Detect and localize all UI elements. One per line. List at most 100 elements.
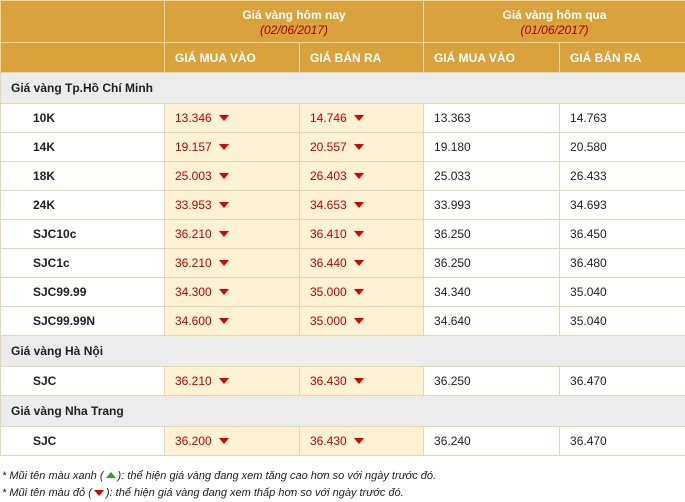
yesterday-buy-price-cell: 25.033 [424, 162, 560, 191]
down-arrow-icon [354, 231, 364, 237]
section-title: Giá vàng Nha Trang [1, 396, 685, 427]
gold-type-name: SJC [33, 434, 56, 448]
down-arrow-icon [219, 202, 229, 208]
down-arrow-icon [354, 318, 364, 324]
down-arrow-icon [219, 260, 229, 266]
note-green-prefix: * Mũi tên màu xanh ( [2, 470, 104, 482]
today-buy-price: 34.600 [175, 314, 212, 328]
down-arrow-icon [354, 173, 364, 179]
gold-type-name-cell: SJC [1, 427, 165, 456]
today-sell-price: 20.557 [310, 140, 347, 154]
table-row: SJC99.99N34.60035.00034.64035.040 [1, 307, 685, 336]
gold-type-name-cell: 14K [1, 133, 165, 162]
down-arrow-icon [219, 144, 229, 150]
gold-type-name: 24K [33, 198, 55, 212]
yesterday-sell-price-cell: 14.763 [560, 104, 685, 133]
gold-type-name-cell: SJC [1, 367, 165, 396]
section-row: Giá vàng Hà Nội [1, 336, 685, 367]
gold-type-name: SJC99.99N [33, 314, 95, 328]
gold-price-table: Giá vàng hôm nay (02/06/2017) Giá vàng h… [0, 0, 685, 456]
today-buy-price: 25.003 [175, 169, 212, 183]
gold-type-name-cell: SJC99.99 [1, 278, 165, 307]
today-sell-price-cell: 36.430 [300, 367, 424, 396]
down-arrow-icon [219, 378, 229, 384]
today-sell-price-cell: 36.410 [300, 220, 424, 249]
down-arrow-icon [354, 260, 364, 266]
today-sell-price-cell: 36.440 [300, 249, 424, 278]
yesterday-sell-price-cell: 26.433 [560, 162, 685, 191]
yesterday-sell-price-cell: 34.693 [560, 191, 685, 220]
today-sell-price: 35.000 [310, 314, 347, 328]
today-sell-price-cell: 35.000 [300, 278, 424, 307]
yesterday-sell-price-cell: 20.580 [560, 133, 685, 162]
yesterday-buy-price-cell: 13.363 [424, 104, 560, 133]
gold-type-name-cell: SJC10c [1, 220, 165, 249]
today-buy-price: 36.210 [175, 256, 212, 270]
yesterday-sell-price-cell: 36.470 [560, 427, 685, 456]
yesterday-buy-price: 36.250 [434, 227, 471, 241]
today-sell-price: 36.440 [310, 256, 347, 270]
yesterday-header-cell: Giá vàng hôm qua (01/06/2017) [424, 1, 685, 43]
table-row: SJC 36.200 36.430 36.240 36.470 [1, 427, 685, 456]
yesterday-buy-price-cell: 36.250 [424, 249, 560, 278]
yesterday-buy-price: 36.250 [434, 374, 471, 388]
gold-type-name: SJC10c [33, 227, 76, 241]
yesterday-buy-price-cell: 33.993 [424, 191, 560, 220]
yesterday-sell-price: 36.480 [570, 256, 607, 270]
yesterday-buy-price: 36.250 [434, 256, 471, 270]
today-buy-price-cell: 36.210 [165, 220, 300, 249]
down-arrow-icon [219, 438, 229, 444]
yesterday-sell-price: 20.580 [570, 140, 607, 154]
yesterday-sell-price-cell: 36.470 [560, 367, 685, 396]
table-row: SJC99.99 34.300 35.000 34.340 35.040 [1, 278, 685, 307]
today-buy-price: 36.200 [175, 434, 212, 448]
yesterday-sell-price: 14.763 [570, 111, 607, 125]
yesterday-buy-price: 25.033 [434, 169, 471, 183]
gold-type-name-cell: 10K [1, 104, 165, 133]
note-green: * Mũi tên màu xanh (): thể hiện giá vàng… [2, 468, 685, 485]
today-sell-price: 35.000 [310, 285, 347, 299]
today-buy-price-cell: 36.200 [165, 427, 300, 456]
today-buy-price: 36.210 [175, 374, 212, 388]
today-header-cell: Giá vàng hôm nay (02/06/2017) [165, 1, 424, 43]
up-arrow-icon [106, 472, 116, 478]
note-red: * Mũi tên màu đỏ (): thể hiện giá vàng đ… [2, 485, 685, 502]
down-arrow-icon [219, 231, 229, 237]
yesterday-date: (01/06/2017) [424, 23, 685, 37]
down-arrow-icon [219, 115, 229, 121]
yesterday-buy-price: 33.993 [434, 198, 471, 212]
yesterday-sell-price-cell: 36.480 [560, 249, 685, 278]
note-red-prefix: * Mũi tên màu đỏ ( [2, 487, 92, 499]
today-sell-price: 34.653 [310, 198, 347, 212]
today-buy-price-cell: 36.210 [165, 367, 300, 396]
yesterday-sell-price: 36.470 [570, 434, 607, 448]
today-sell-price-cell: 20.557 [300, 133, 424, 162]
header-row-columns: GIÁ MUA VÀO GIÁ BÁN RA GIÁ MUA VÀO GIÁ B… [1, 43, 685, 73]
yesterday-sell-price: 35.040 [570, 285, 607, 299]
gold-type-name: 18K [33, 169, 55, 183]
today-buy-price: 34.300 [175, 285, 212, 299]
table-row: 10K13.34614.74613.36314.763 [1, 104, 685, 133]
down-arrow-icon [219, 173, 229, 179]
yesterday-sell-price-cell: 36.450 [560, 220, 685, 249]
down-arrow-icon [219, 318, 229, 324]
today-sell-price-cell: 14.746 [300, 104, 424, 133]
yesterday-buy-price-cell: 36.250 [424, 367, 560, 396]
yesterday-buy-price: 34.340 [434, 285, 471, 299]
today-buy-header: GIÁ MUA VÀO [165, 43, 300, 73]
yesterday-buy-price-cell: 34.340 [424, 278, 560, 307]
today-title: Giá vàng hôm nay [165, 7, 423, 23]
section-row: Giá vàng Nha Trang [1, 396, 685, 427]
down-arrow-icon [354, 378, 364, 384]
today-sell-price: 36.430 [310, 434, 347, 448]
gold-type-name-cell: SJC99.99N [1, 307, 165, 336]
gold-type-name-cell: 18K [1, 162, 165, 191]
today-sell-price-cell: 36.430 [300, 427, 424, 456]
today-sell-price-cell: 34.653 [300, 191, 424, 220]
section-title: Giá vàng Hà Nội [1, 336, 685, 367]
yesterday-buy-price-cell: 36.240 [424, 427, 560, 456]
yesterday-sell-price: 36.450 [570, 227, 607, 241]
today-buy-price: 36.210 [175, 227, 212, 241]
yesterday-buy-header: GIÁ MUA VÀO [424, 43, 560, 73]
today-sell-price-cell: 26.403 [300, 162, 424, 191]
